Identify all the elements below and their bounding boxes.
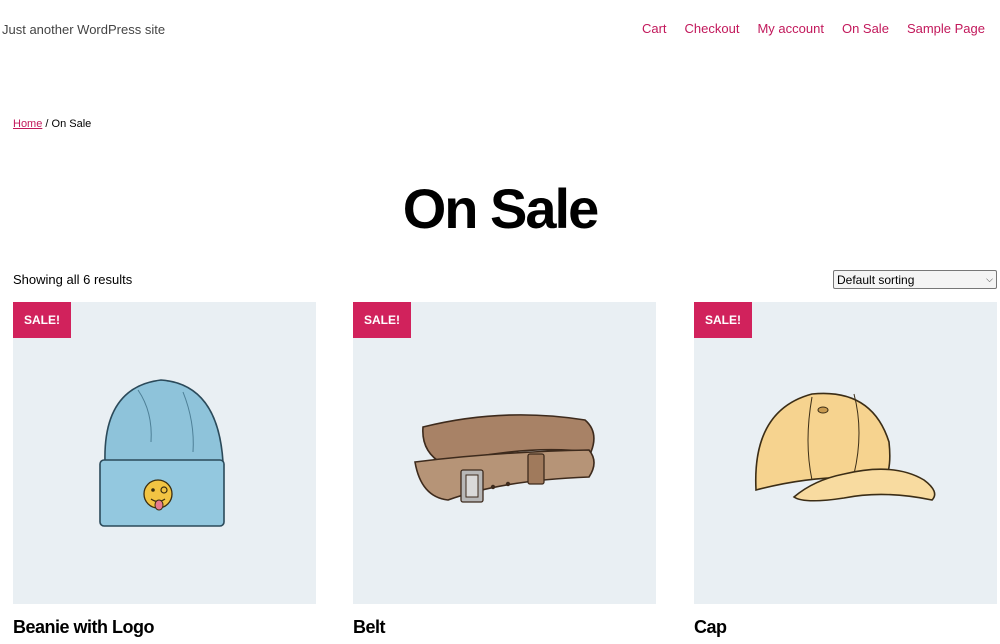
sale-badge: SALE!	[353, 302, 411, 338]
cap-icon	[754, 392, 936, 502]
product-name[interactable]: Cap	[694, 617, 997, 638]
beanie-icon	[99, 379, 225, 527]
page-title: On Sale	[402, 177, 600, 240]
nav-item-sample-page[interactable]: Sample Page	[907, 21, 985, 36]
product-card[interactable]: SALE! Cap	[694, 302, 997, 638]
chevron-down-icon: ⌵	[986, 274, 993, 284]
nav-item-my-account[interactable]: My account	[757, 21, 823, 36]
product-image[interactable]: SALE!	[694, 302, 997, 604]
product-name[interactable]: Beanie with Logo	[13, 617, 316, 638]
sorting-selected-value: Default sorting	[837, 272, 915, 287]
breadcrumb-home-link[interactable]: Home	[13, 118, 42, 130]
nav-item-on-sale[interactable]: On Sale	[842, 21, 889, 36]
breadcrumb-current: On Sale	[51, 118, 92, 130]
product-name[interactable]: Belt	[353, 617, 656, 638]
sale-badge: SALE!	[694, 302, 752, 338]
product-image[interactable]: SALE!	[13, 302, 316, 604]
nav-item-cart[interactable]: Cart	[642, 21, 667, 36]
belt-icon	[414, 414, 595, 503]
sorting-select[interactable]: Default sorting ⌵	[833, 270, 997, 289]
main-navigation: Cart Checkout My account On Sale Sample …	[642, 21, 985, 36]
product-image[interactable]: SALE!	[353, 302, 656, 604]
product-card[interactable]: SALE! Belt	[353, 302, 656, 638]
result-count: Showing all 6 results	[13, 272, 133, 287]
nav-item-checkout[interactable]: Checkout	[685, 21, 740, 36]
site-tagline: Just another WordPress site	[2, 22, 166, 37]
breadcrumb-separator: /	[42, 118, 52, 130]
sale-badge: SALE!	[13, 302, 71, 338]
breadcrumb: Home / On Sale	[13, 118, 91, 130]
product-card[interactable]: SALE! Beanie with Logo	[13, 302, 316, 638]
